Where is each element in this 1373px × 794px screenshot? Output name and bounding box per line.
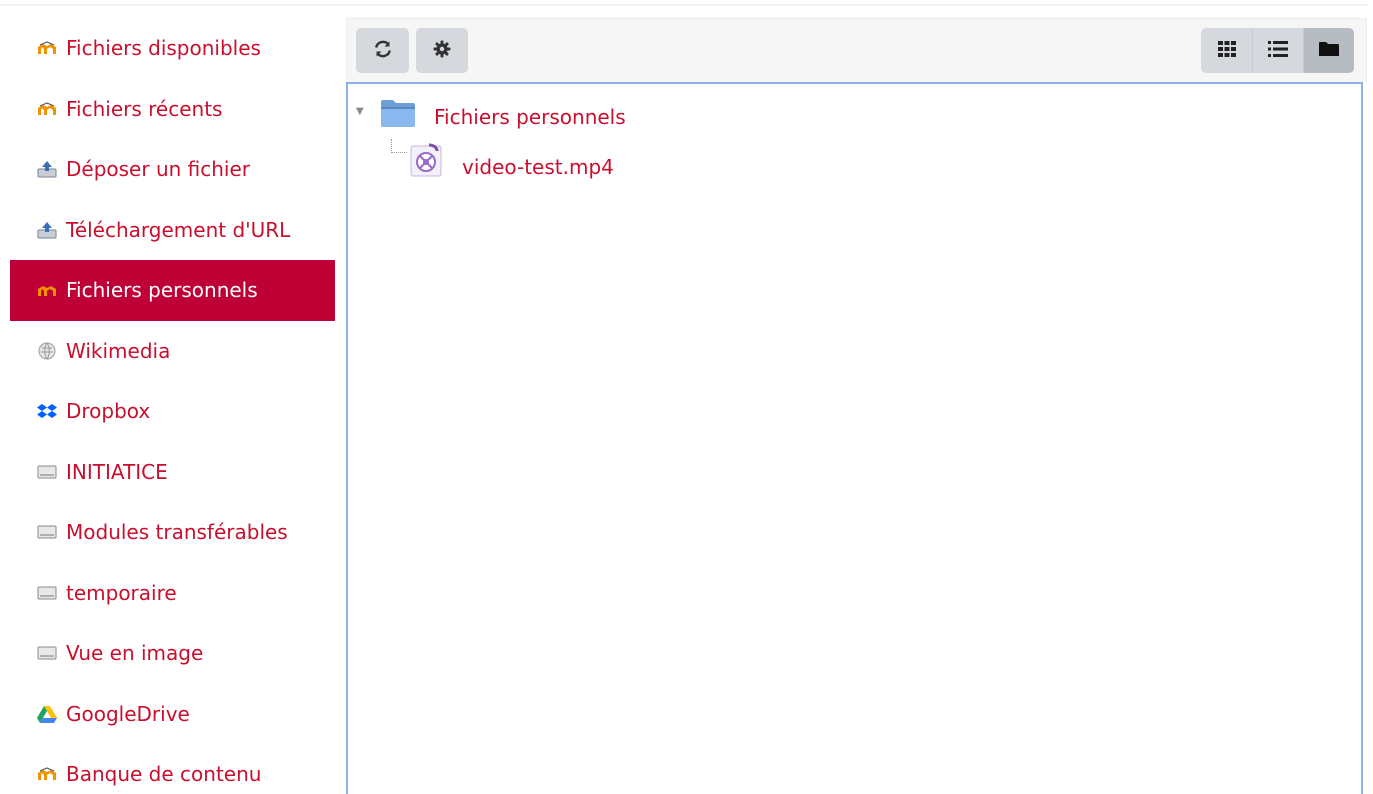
tree-connector bbox=[391, 139, 407, 153]
sidebar-item-label: Téléchargement d'URL bbox=[66, 217, 291, 242]
folder-name[interactable]: Fichiers personnels bbox=[434, 105, 626, 129]
sidebar-item-label: Déposer un fichier bbox=[66, 157, 251, 182]
repository-icon bbox=[36, 582, 58, 604]
sidebar-item-wikimedia[interactable]: Wikimedia bbox=[10, 321, 335, 382]
google-drive-icon bbox=[36, 703, 58, 725]
moodle-icon bbox=[36, 279, 58, 301]
sidebar-item-label: Vue en image bbox=[66, 641, 204, 666]
sidebar-item-googledrive[interactable]: GoogleDrive bbox=[10, 684, 335, 745]
list-view-icon bbox=[1268, 40, 1288, 61]
refresh-button[interactable] bbox=[356, 28, 409, 73]
repository-icon bbox=[36, 461, 58, 483]
sidebar-item-label: Wikimedia bbox=[66, 338, 171, 363]
view-mode-group bbox=[1201, 28, 1354, 73]
sidebar-item-label: temporaire bbox=[66, 580, 177, 605]
folder-view-icon bbox=[1319, 41, 1339, 61]
list-view-button[interactable] bbox=[1252, 28, 1303, 73]
refresh-icon bbox=[373, 39, 393, 63]
folder-icon[interactable] bbox=[380, 98, 416, 132]
file-name[interactable]: video-test.mp4 bbox=[462, 155, 614, 179]
sidebar-item-fichiers-disponibles[interactable]: Fichiers disponibles bbox=[10, 18, 335, 79]
sidebar-item-fichiers-personnels[interactable]: Fichiers personnels bbox=[10, 260, 335, 321]
sidebar-item-label: Banque de contenu bbox=[66, 762, 262, 787]
settings-button[interactable] bbox=[416, 28, 468, 73]
sidebar-item-label: Modules transférables bbox=[66, 520, 288, 545]
sidebar-item-label: Fichiers disponibles bbox=[66, 36, 261, 61]
file-browser-panel: ▼ Fichiers personnels video-test.mp4 bbox=[346, 18, 1367, 794]
sidebar-item-initiatice[interactable]: INITIATICE bbox=[10, 442, 335, 503]
grid-view-button[interactable] bbox=[1201, 28, 1252, 73]
sidebar-item-modules-transferables[interactable]: Modules transférables bbox=[10, 502, 335, 563]
moodle-icon bbox=[36, 98, 58, 120]
repository-sidebar: Fichiers disponibles Fichiers récents Dé… bbox=[10, 18, 335, 794]
sidebar-item-vue-en-image[interactable]: Vue en image bbox=[10, 623, 335, 684]
repository-icon bbox=[36, 642, 58, 664]
dropbox-icon bbox=[36, 400, 58, 422]
gear-icon bbox=[433, 40, 451, 62]
wikimedia-icon bbox=[36, 340, 58, 362]
file-toolbar bbox=[346, 18, 1367, 82]
sidebar-item-telechargement-url[interactable]: Téléchargement d'URL bbox=[10, 200, 335, 261]
sidebar-item-label: Fichiers récents bbox=[66, 96, 223, 121]
file-tree-view: ▼ Fichiers personnels video-test.mp4 bbox=[346, 82, 1363, 794]
upload-icon bbox=[36, 158, 58, 180]
sidebar-item-label: Dropbox bbox=[66, 399, 151, 424]
repository-icon bbox=[36, 521, 58, 543]
sidebar-item-label: GoogleDrive bbox=[66, 701, 190, 726]
moodle-icon bbox=[36, 763, 58, 785]
video-file-icon[interactable] bbox=[409, 142, 445, 182]
folder-view-button[interactable] bbox=[1303, 28, 1354, 73]
sidebar-item-fichiers-recents[interactable]: Fichiers récents bbox=[10, 79, 335, 140]
sidebar-item-banque-de-contenu[interactable]: Banque de contenu bbox=[10, 744, 335, 794]
upload-icon bbox=[36, 219, 58, 241]
sidebar-item-dropbox[interactable]: Dropbox bbox=[10, 381, 335, 442]
sidebar-item-temporaire[interactable]: temporaire bbox=[10, 563, 335, 624]
sidebar-item-label: Fichiers personnels bbox=[66, 278, 258, 303]
sidebar-item-deposer-un-fichier[interactable]: Déposer un fichier bbox=[10, 139, 335, 200]
top-divider bbox=[0, 4, 1368, 6]
sidebar-item-label: INITIATICE bbox=[66, 459, 168, 484]
expand-toggle-icon[interactable]: ▼ bbox=[356, 106, 364, 117]
moodle-icon bbox=[36, 37, 58, 59]
grid-view-icon bbox=[1217, 40, 1236, 61]
